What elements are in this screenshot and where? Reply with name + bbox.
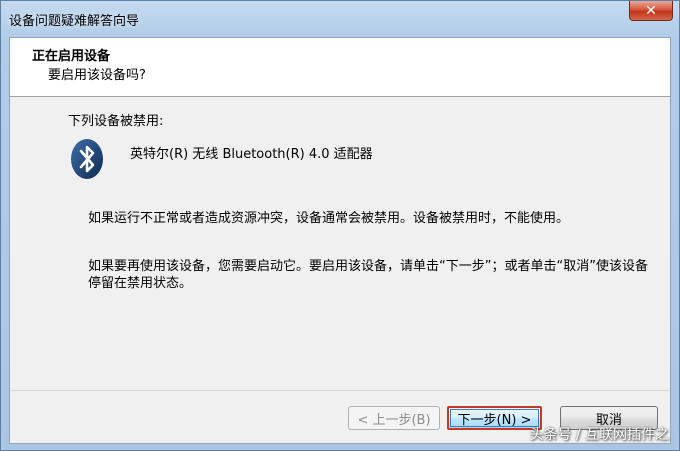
next-button[interactable]: 下一步(N) > — [447, 406, 542, 430]
page-title: 正在启用设备 — [32, 49, 111, 64]
disabled-devices-label: 下列设备被禁用: — [68, 114, 164, 129]
wizard-header: 正在启用设备 要启用该设备吗? — [10, 38, 670, 97]
bluetooth-icon — [71, 139, 103, 179]
window-title: 设备问题疑难解答向导 — [9, 14, 140, 29]
watermark: 头条号 / 互联网插件之 — [529, 427, 669, 443]
wizard-window: 设备问题疑难解答向导 ✕ 正在启用设备 要启用该设备吗? 下列设备被禁用: 英特… — [0, 0, 680, 451]
close-icon: ✕ — [645, 2, 657, 19]
wizard-content: 正在启用设备 要启用该设备吗? 下列设备被禁用: 英特尔(R) 无线 Bluet… — [9, 37, 671, 444]
footer-divider — [10, 390, 670, 391]
enable-instructions: 如果要再使用该设备，您需要启动它。要启用该设备，请单击“下一步”；或者单击“取消… — [88, 259, 648, 291]
back-button[interactable]: < 上一步(B) — [348, 406, 440, 430]
device-name: 英特尔(R) 无线 Bluetooth(R) 4.0 适配器 — [130, 147, 373, 162]
title-bar[interactable]: 设备问题疑难解答向导 ✕ — [1, 1, 679, 37]
close-button[interactable]: ✕ — [629, 1, 673, 21]
page-subtitle: 要启用该设备吗? — [48, 68, 146, 83]
disabled-explanation: 如果运行不正常或者造成资源冲突，设备通常会被禁用。设备被禁用时，不能使用。 — [88, 211, 570, 226]
